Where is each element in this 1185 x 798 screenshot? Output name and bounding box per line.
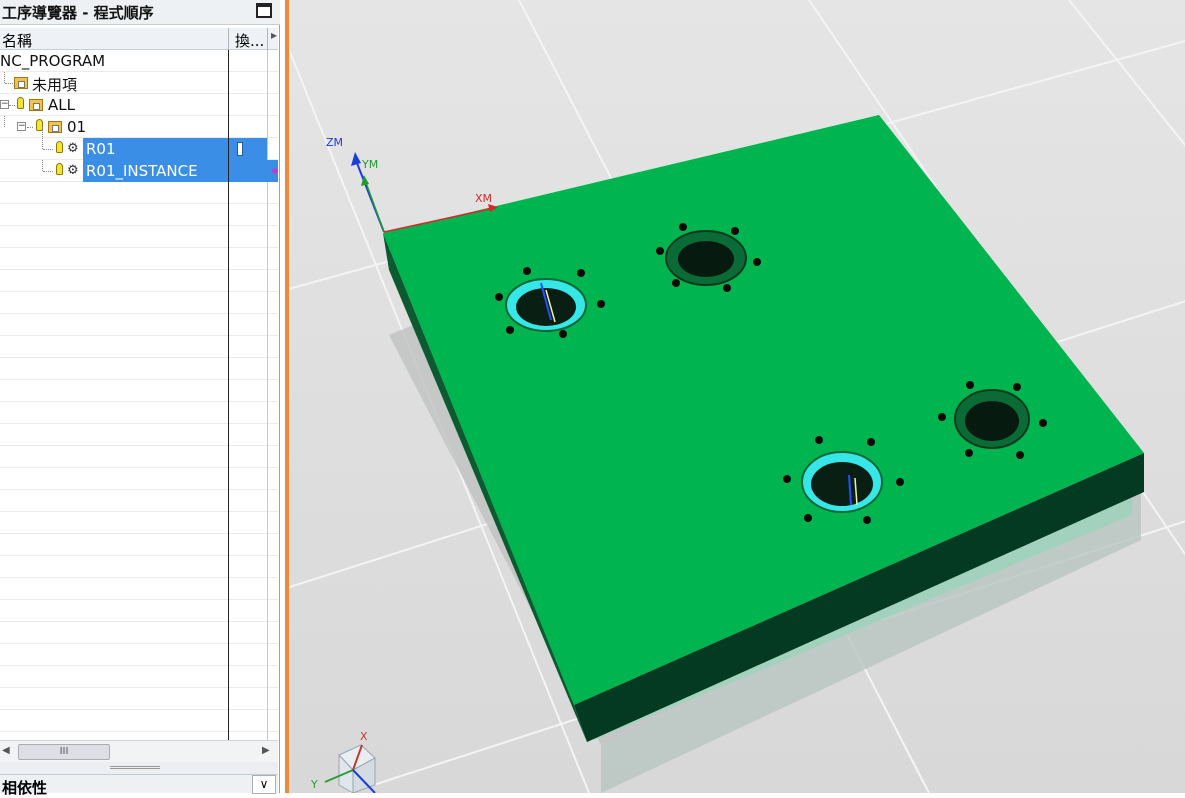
collapse-icon[interactable]: −: [0, 100, 9, 109]
horizontal-scrollbar[interactable]: ◀ III ▶: [0, 740, 278, 762]
wcs-x-label: XM: [475, 192, 492, 205]
tree-row-unused[interactable]: 未用項: [0, 72, 278, 94]
tree-node-label: 未用項: [32, 76, 78, 94]
scroll-right-arrow-icon[interactable]: ▶: [262, 745, 270, 756]
program-folder-icon: [14, 77, 28, 89]
graphics-window[interactable]: ZM YM XM X Y: [285, 0, 1185, 793]
tree-connector: [27, 127, 33, 128]
status-bulb-icon: [56, 141, 63, 153]
selection-highlight: [229, 138, 267, 160]
status-bulb-icon: [56, 163, 63, 175]
column-header: 名稱 換... ▸: [0, 28, 278, 50]
status-bulb-icon: [17, 97, 24, 109]
program-folder-icon: [29, 99, 43, 111]
instance-status-icon: [272, 168, 278, 174]
tree-connector: [9, 105, 15, 106]
triad-y-label: Y: [310, 778, 318, 791]
tree-row-root[interactable]: NC_PROGRAM: [0, 50, 278, 72]
triad-x-label: X: [360, 730, 368, 743]
dependencies-title: 相依性: [2, 779, 48, 797]
wcs-z-label: ZM: [326, 136, 343, 149]
drill-operation-icon: ⚙: [67, 163, 79, 178]
column-change-header[interactable]: 換...: [235, 30, 264, 51]
operation-tree[interactable]: NC_PROGRAM 未用項 − ALL − 01 ⚙ R01 ⚙ R01_IN…: [0, 50, 278, 740]
program-folder-icon: [48, 121, 62, 133]
tree-connector: [43, 171, 53, 172]
panel-splitter[interactable]: [0, 762, 278, 774]
tree-node-label: ALL: [48, 96, 75, 114]
maximize-icon[interactable]: [256, 3, 272, 18]
part-top-face[interactable]: [383, 115, 1144, 705]
column-divider[interactable]: [267, 28, 268, 50]
operation-navigator: 工序導覽器 - 程式順序 名稱 換... ▸ NC_PROGRAM 未用項 −: [0, 0, 280, 797]
counterbore-hole[interactable]: [665, 230, 747, 286]
counterbore-hole[interactable]: [954, 389, 1030, 449]
tree-node-label: R01: [86, 140, 116, 158]
drill-operation-icon: ⚙: [67, 141, 79, 156]
column-divider[interactable]: [228, 28, 229, 50]
tree-row-operation[interactable]: ⚙ R01_INSTANCE: [0, 160, 278, 182]
tool-change-icon: [237, 142, 243, 156]
splitter-grip-icon[interactable]: [110, 766, 160, 769]
selection-highlight: [229, 160, 278, 182]
tree-row-all[interactable]: − ALL: [0, 94, 278, 116]
drill-hole-selected[interactable]: [801, 451, 883, 513]
scrollbar-thumb[interactable]: III: [18, 744, 110, 760]
navigator-titlebar: 工序導覽器 - 程式順序: [0, 0, 280, 25]
model-view[interactable]: ZM YM XM X Y: [289, 0, 1185, 793]
scroll-left-arrow-icon[interactable]: ◀: [2, 745, 10, 756]
tree-row-operation[interactable]: ⚙ R01: [0, 127, 278, 160]
collapse-icon[interactable]: −: [17, 122, 26, 131]
column-name-header[interactable]: 名稱: [2, 30, 32, 51]
tree-connector: [4, 116, 5, 127]
tree-connector: [43, 149, 53, 150]
wcs-y-label: YM: [361, 158, 378, 171]
view-triad: X Y: [310, 730, 376, 793]
column-overflow-icon[interactable]: ▸: [271, 28, 277, 42]
tree-node-label: R01_INSTANCE: [86, 162, 198, 180]
tree-connector: [42, 127, 43, 149]
drill-hole-selected[interactable]: [505, 278, 587, 332]
tree-connector: [42, 160, 43, 171]
tree-connector: [5, 83, 13, 84]
tree-node-label: 01: [67, 118, 87, 136]
navigator-title: 工序導覽器 - 程式順序: [2, 4, 154, 22]
chevron-down-icon[interactable]: ∨: [252, 775, 276, 794]
tree-connector: [4, 72, 5, 83]
dependencies-panel-header[interactable]: 相依性 ∨: [0, 774, 278, 797]
tree-node-label: NC_PROGRAM: [0, 52, 106, 70]
